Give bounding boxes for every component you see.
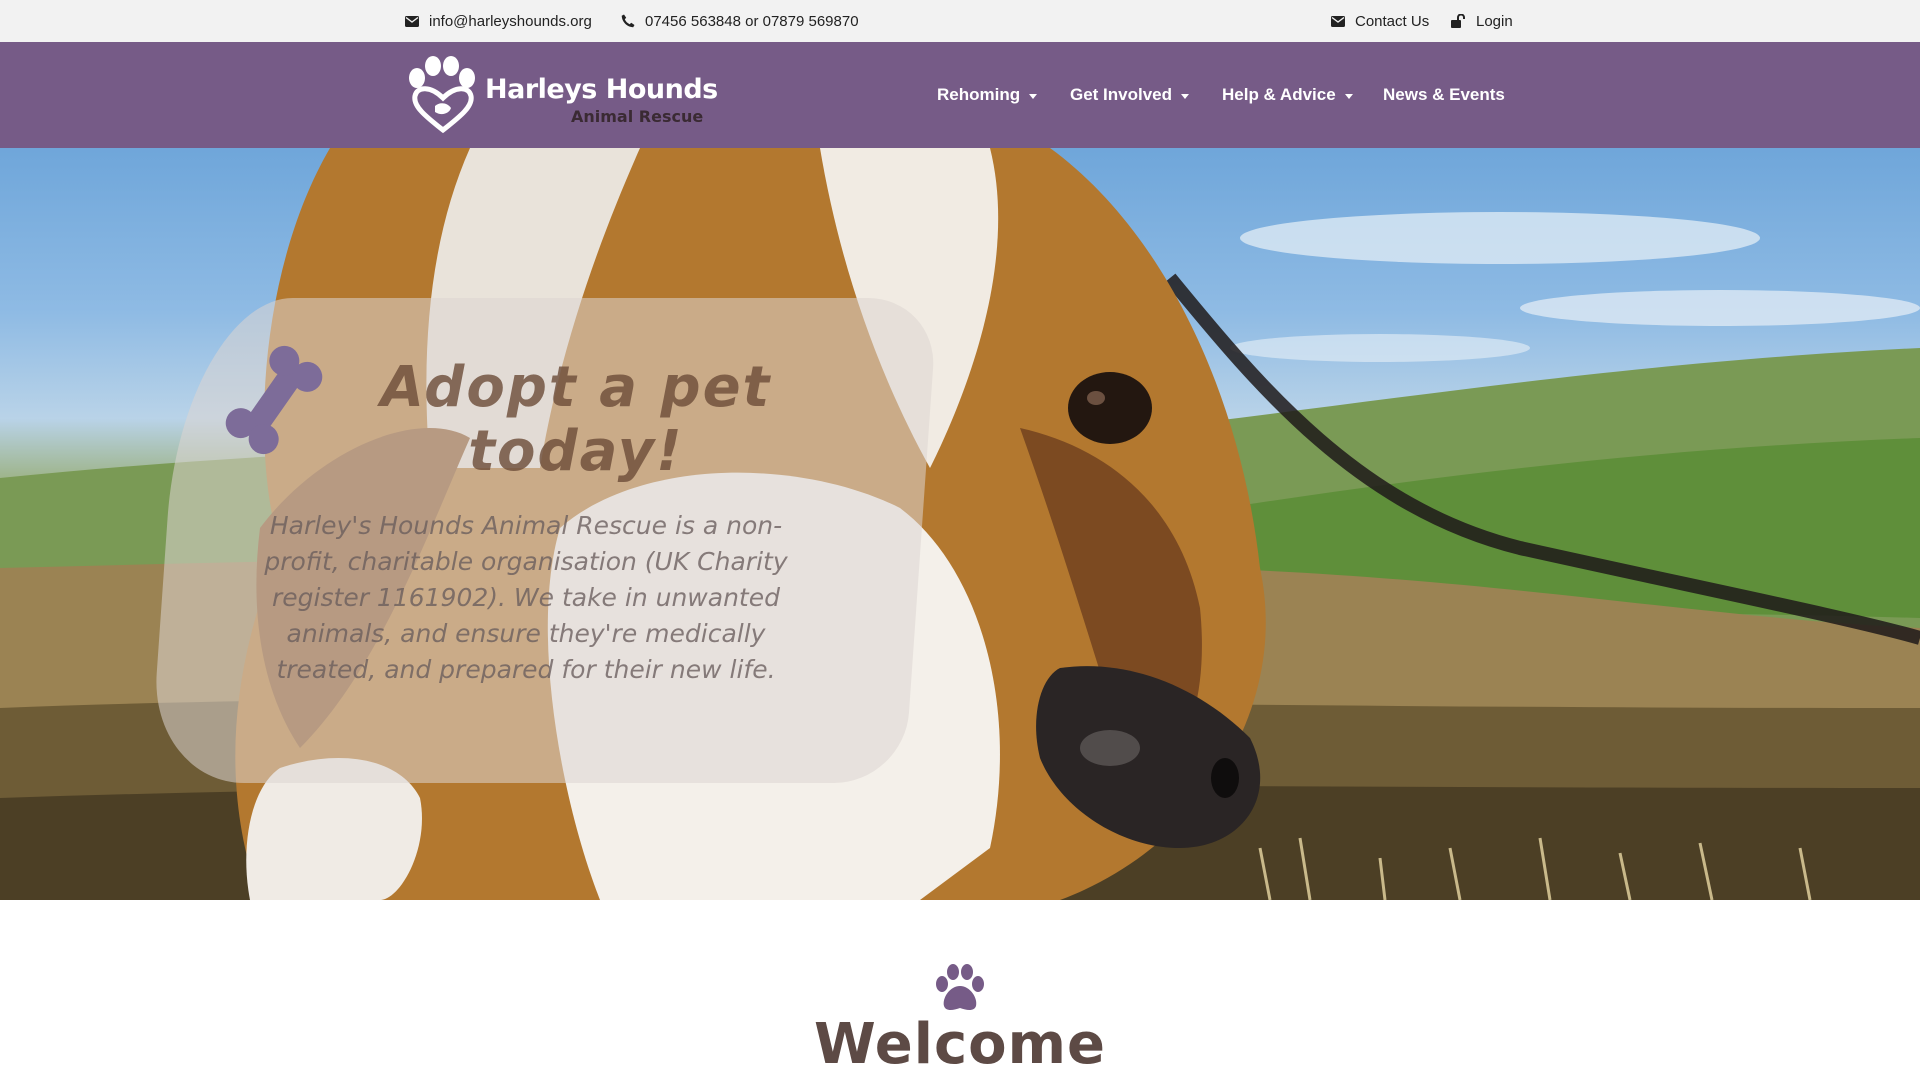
- nav-get-involved[interactable]: Get Involved: [1070, 42, 1190, 148]
- hero-card: Adopt a pet today! Harley's Hounds Anima…: [149, 298, 938, 783]
- login-link[interactable]: Login: [1451, 0, 1513, 42]
- bone-icon: [225, 345, 323, 455]
- email-text: info@harleyshounds.org: [429, 12, 592, 30]
- nav-help-advice[interactable]: Help & Advice: [1222, 42, 1353, 148]
- phone-icon: [621, 14, 635, 28]
- logo-name: Harleys Hounds: [485, 74, 718, 105]
- nav-news-events-label: News & Events: [1383, 85, 1505, 104]
- welcome-section: Welcome: [0, 900, 1920, 1080]
- site-logo[interactable]: Harleys Hounds Animal Rescue: [405, 56, 718, 134]
- logo-tagline: Animal Rescue: [571, 107, 704, 126]
- phone-text: 07456 563848 or 07879 569870: [645, 12, 859, 30]
- phone-link[interactable]: 07456 563848 or 07879 569870: [621, 0, 859, 42]
- main-navbar: Harleys Hounds Animal Rescue Rehoming Ge…: [0, 42, 1920, 148]
- welcome-title: Welcome: [814, 1012, 1106, 1077]
- nav-rehoming[interactable]: Rehoming: [937, 42, 1038, 148]
- nav-help-advice-label: Help & Advice: [1222, 85, 1336, 104]
- contact-us-label: Contact Us: [1355, 12, 1430, 30]
- caret-down-icon: [1029, 93, 1038, 99]
- paw-icon: [936, 964, 984, 1010]
- top-contact-bar: info@harleyshounds.org 07456 563848 or 0…: [0, 0, 1920, 42]
- unlock-icon: [1451, 14, 1465, 28]
- nav-rehoming-label: Rehoming: [937, 85, 1021, 104]
- paw-heart-logo-icon: [409, 56, 475, 134]
- email-link[interactable]: info@harleyshounds.org: [405, 0, 592, 42]
- hero-description: Harley's Hounds Animal Rescue is a non-p…: [264, 511, 788, 684]
- caret-down-icon: [1344, 93, 1353, 99]
- login-label: Login: [1476, 12, 1513, 30]
- caret-down-icon: [1181, 93, 1190, 99]
- nav-news-events[interactable]: News & Events: [1383, 42, 1505, 148]
- envelope-icon: [405, 15, 419, 27]
- hero-banner: Adopt a pet today! Harley's Hounds Anima…: [0, 148, 1920, 900]
- hero-title: Adopt a pet today!: [380, 355, 772, 484]
- nav-get-involved-label: Get Involved: [1070, 85, 1173, 104]
- envelope-icon: [1331, 15, 1345, 27]
- contact-us-link[interactable]: Contact Us: [1331, 0, 1429, 42]
